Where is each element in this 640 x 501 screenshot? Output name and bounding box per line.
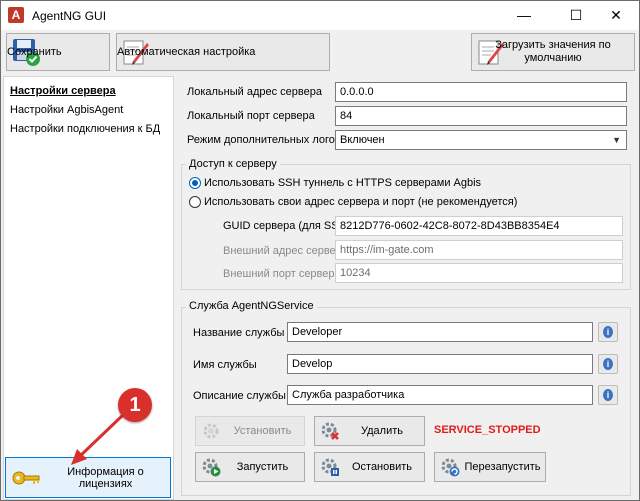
service-name-info-icon[interactable] <box>598 322 618 342</box>
window-title: AgentNG GUI <box>32 9 107 23</box>
log-mode-value: Включен <box>340 134 385 146</box>
auto-config-button[interactable]: Автоматическая настройка <box>116 33 330 71</box>
gear-play-icon <box>202 458 221 477</box>
stop-service-label: Остановить <box>351 461 413 473</box>
install-service-button[interactable]: Установить <box>195 416 305 446</box>
save-button-label: Сохранить <box>7 45 62 58</box>
log-mode-select[interactable]: Включен ▼ <box>335 130 627 150</box>
service-name-input[interactable]: Developer <box>287 322 593 342</box>
gear-stop-icon <box>321 458 339 476</box>
ext-port-label: Внешний порт сервера <box>223 268 341 280</box>
log-mode-label: Режим дополнительных логов <box>187 134 341 146</box>
app-window: A AgentNG GUI — ☐ ✕ Сохранить Автоматиче… <box>0 0 640 501</box>
radio-ssh-tunnel[interactable] <box>189 177 201 189</box>
service-group-title: Служба AgentNGService <box>186 300 317 312</box>
gear-delete-icon <box>321 422 339 440</box>
sidebar-item-agbisagent-settings[interactable]: Настройки AgbisAgent <box>10 104 123 116</box>
minimize-button[interactable]: — <box>501 1 547 30</box>
service-id-label: Имя службы <box>193 359 257 371</box>
sidebar: Настройки сервера Настройки AgbisAgent Н… <box>3 76 174 500</box>
local-port-label: Локальный порт сервера <box>187 110 315 122</box>
local-port-input[interactable]: 84 <box>335 106 627 126</box>
save-button[interactable]: Сохранить <box>6 33 110 71</box>
delete-service-label: Удалить <box>361 425 403 437</box>
delete-service-button[interactable]: Удалить <box>314 416 425 446</box>
radio-ssh-tunnel-label: Использовать SSH туннель с HTTPS сервера… <box>204 177 482 189</box>
load-defaults-label: Загрузить значения по умолчанию <box>495 39 611 64</box>
service-id-info-icon[interactable] <box>598 354 618 374</box>
load-defaults-button[interactable]: Загрузить значения по умолчанию <box>471 33 635 71</box>
service-desc-input[interactable]: Служба разработчика <box>287 385 593 405</box>
gear-icon <box>203 423 219 439</box>
restart-service-button[interactable]: Перезапустить <box>434 452 546 482</box>
license-info-label: Информация о лицензиях <box>67 465 144 490</box>
sidebar-item-db-settings[interactable]: Настройки подключения к БД <box>10 123 160 135</box>
auto-config-label: Автоматическая настройка <box>117 45 256 58</box>
access-group-title: Доступ к серверу <box>186 158 280 170</box>
radio-own-address[interactable] <box>189 196 201 208</box>
ext-address-input[interactable]: https://im-gate.com <box>335 240 623 260</box>
gear-restart-icon <box>441 458 460 477</box>
local-address-input[interactable]: 0.0.0.0 <box>335 82 627 102</box>
guid-input[interactable]: 8212D776-0602-42C8-8072-8D43BB8354E4 <box>335 216 623 236</box>
title-bar: A AgentNG GUI — ☐ ✕ <box>1 1 639 30</box>
ext-address-label: Внешний адрес сервера <box>223 245 348 257</box>
toolbar: Сохранить Автоматическая настройка Загру… <box>1 30 639 75</box>
radio-own-address-label: Использовать свои адрес сервера и порт (… <box>204 196 518 208</box>
close-button[interactable]: ✕ <box>593 1 639 30</box>
service-id-input[interactable]: Develop <box>287 354 593 374</box>
service-status-text: SERVICE_STOPPED <box>434 424 541 436</box>
restart-service-label: Перезапустить <box>464 461 541 473</box>
annotation-badge: 1 <box>118 388 152 422</box>
sidebar-item-server-settings[interactable]: Настройки сервера <box>10 85 116 97</box>
app-logo-icon: A <box>8 7 24 23</box>
local-address-label: Локальный адрес сервера <box>187 86 322 98</box>
ext-port-input[interactable]: 10234 <box>335 263 623 283</box>
install-service-label: Установить <box>233 425 292 437</box>
license-info-button[interactable]: Информация о лицензиях <box>5 457 171 498</box>
chevron-down-icon: ▼ <box>612 135 621 145</box>
guid-label: GUID сервера (для SSH) <box>223 220 351 232</box>
key-icon <box>12 471 40 484</box>
start-service-label: Запустить <box>236 461 289 473</box>
service-desc-label: Описание службы <box>193 390 286 402</box>
start-service-button[interactable]: Запустить <box>195 452 305 482</box>
stop-service-button[interactable]: Остановить <box>314 452 425 482</box>
service-name-label: Название службы <box>193 327 285 339</box>
service-desc-info-icon[interactable] <box>598 385 618 405</box>
